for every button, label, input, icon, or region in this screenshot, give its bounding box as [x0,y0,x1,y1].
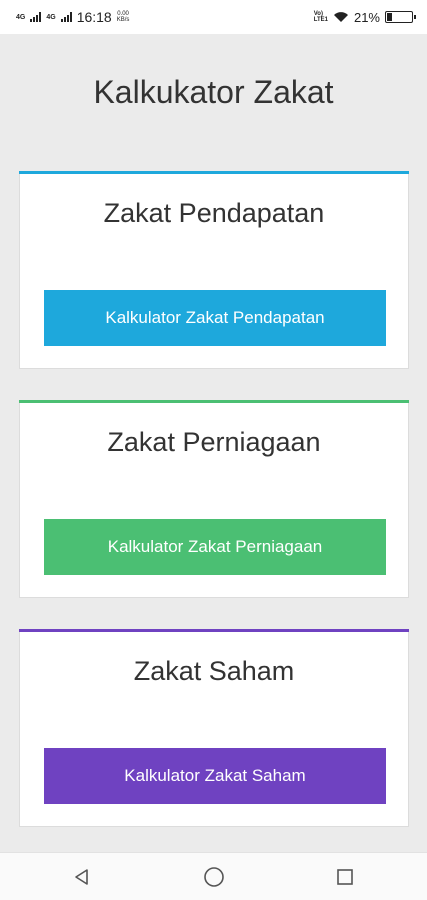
card-zakat-saham: Zakat Saham Kalkulator Zakat Saham [19,629,409,827]
battery-fill [387,13,393,21]
recents-icon [337,869,353,885]
status-bar: 4G 4G 16:18 0.00 KB/s Vo) LTE1 21% [0,0,427,34]
status-left: 4G 4G 16:18 0.00 KB/s [16,9,129,25]
back-button[interactable] [70,865,94,889]
back-icon [75,869,88,885]
kalkulator-zakat-perniagaan-button[interactable]: Kalkulator Zakat Perniagaan [44,519,386,575]
battery-percent: 21% [353,9,380,25]
network-speed: 0.00 KB/s [117,11,130,23]
wifi-icon [333,12,348,22]
battery-icon [385,11,416,23]
clock: 16:18 [76,9,112,25]
signal-icon [30,12,42,22]
page-title: Kalkukator Zakat [93,74,334,110]
card-zakat-perniagaan: Zakat Perniagaan Kalkulator Zakat Pernia… [19,400,409,598]
network-type-1: 4G [16,13,26,21]
card-accent [19,400,409,403]
card-title: Zakat Saham [133,656,295,686]
card-title: Zakat Perniagaan [107,427,321,457]
home-icon [204,867,224,887]
speed-unit: KB/s [116,17,130,23]
network-type-2: 4G [46,13,56,21]
kalkulator-zakat-pendapatan-button[interactable]: Kalkulator Zakat Pendapatan [44,290,386,346]
kalkulator-zakat-saham-button[interactable]: Kalkulator Zakat Saham [44,748,386,804]
status-right: Vo) LTE1 21% [313,9,416,25]
card-accent [19,171,409,174]
signal-icon-2 [60,12,72,22]
card-zakat-pendapatan: Zakat Pendapatan Kalkulator Zakat Pendap… [19,171,409,369]
card-title: Zakat Pendapatan [103,198,325,228]
navigation-bar [0,852,427,900]
recents-button[interactable] [333,865,357,889]
home-button[interactable] [202,865,226,889]
card-accent [19,629,409,632]
volte-indicator: Vo) LTE1 [313,11,328,23]
